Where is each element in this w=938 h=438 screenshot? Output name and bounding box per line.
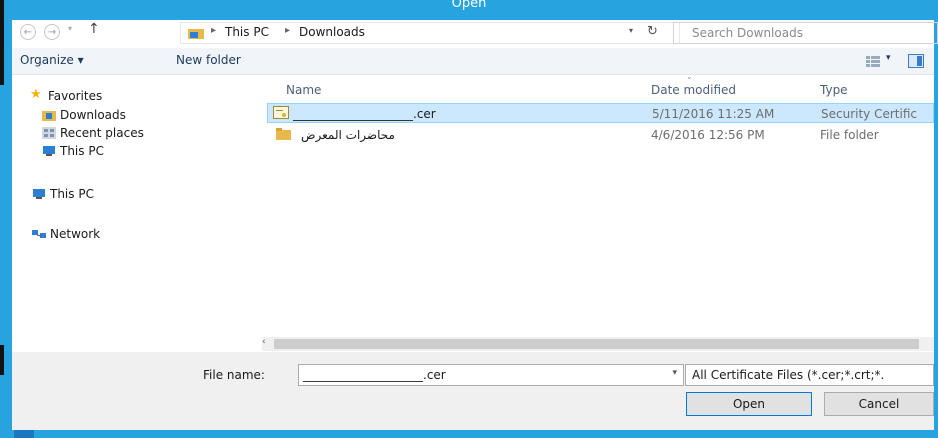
forward-arrow-icon: → (47, 27, 57, 38)
breadcrumb-downloads[interactable]: Downloads (299, 25, 365, 39)
star-icon: ★ (30, 87, 42, 102)
sidebar-item-label: This PC (50, 187, 94, 201)
file-list: Name ⌄ Date modified Type ______________… (262, 72, 934, 350)
command-toolbar: Organize ▾ New folder ▾ (12, 48, 934, 75)
refresh-button[interactable]: ↻ (647, 24, 658, 39)
open-button[interactable]: Open (686, 392, 812, 416)
cancel-button[interactable]: Cancel (824, 392, 934, 416)
file-row[interactable]: ____________________.cer 5/11/2016 11:25… (267, 103, 934, 123)
recent-places-icon (42, 127, 56, 139)
title-bar[interactable]: Open (0, 0, 938, 20)
up-button[interactable]: ↑ (88, 21, 100, 37)
file-name-label: File name: (203, 368, 265, 382)
column-header-type[interactable]: Type (820, 83, 848, 97)
forward-button[interactable]: → (44, 24, 60, 40)
back-arrow-icon: ← (23, 27, 33, 38)
sort-indicator-icon: ⌄ (686, 72, 693, 81)
file-name: محاضرات المعرض (301, 128, 395, 142)
sidebar-item-label: Downloads (60, 108, 126, 122)
column-header-date-modified[interactable]: Date modified (651, 83, 736, 97)
file-row[interactable]: محاضرات المعرض 4/6/2016 12:56 PM File fo… (267, 125, 934, 145)
preview-pane-icon[interactable] (908, 54, 924, 68)
file-name-input-value: ____________________.cer (303, 368, 446, 382)
file-date: 4/6/2016 12:56 PM (651, 128, 765, 142)
refresh-icon: ↻ (647, 24, 658, 39)
horizontal-scrollbar[interactable]: ‹ (262, 337, 934, 351)
sidebar-item-label: Recent places (60, 126, 144, 140)
view-options-icon[interactable] (866, 55, 880, 67)
scrollbar-thumb[interactable] (274, 339, 919, 349)
file-name: ____________________.cer (293, 107, 436, 121)
breadcrumb-separator-icon: ▸ (211, 25, 217, 36)
window-edge-left-lower (0, 345, 4, 375)
window-edge-left (0, 0, 4, 85)
network-icon (32, 230, 46, 238)
window-border-bottom (0, 430, 938, 438)
file-name-dropdown-chevron-icon[interactable]: ▾ (672, 368, 677, 378)
file-type-filter-value: All Certificate Files (*.cer;*.crt;*. (692, 368, 885, 382)
file-date: 5/11/2016 11:25 AM (652, 107, 775, 121)
breadcrumb-separator-icon: ▸ (285, 25, 291, 36)
organize-button[interactable]: Organize ▾ (20, 53, 84, 67)
taskbar-edge (14, 430, 34, 438)
file-type: File folder (820, 128, 879, 142)
breadcrumb[interactable]: ▸ This PC ▸ Downloads ▾ ↻ (180, 22, 680, 44)
sidebar-item-label: Network (50, 227, 101, 241)
sidebar-item-label: This PC (60, 144, 104, 158)
breadcrumb-this-pc[interactable]: This PC (225, 25, 269, 39)
file-name-panel: File name: ____________________.cer ▾ Al… (12, 352, 934, 430)
recent-locations-chevron-icon[interactable]: ▾ (68, 24, 72, 33)
navigation-pane: ★ Favorites Downloads Recent places This… (12, 75, 257, 350)
window-border-right (934, 20, 938, 430)
this-pc-folder-icon (188, 29, 204, 39)
up-arrow-icon: ↑ (88, 21, 100, 37)
back-button[interactable]: ← (20, 24, 36, 40)
scroll-left-arrow-icon[interactable]: ‹ (262, 337, 266, 347)
downloads-folder-icon (42, 111, 56, 121)
column-header-name[interactable]: Name (286, 83, 321, 97)
file-type-filter-select[interactable]: All Certificate Files (*.cer;*.crt;*. (685, 364, 934, 386)
address-dropdown-chevron-icon[interactable]: ▾ (629, 26, 633, 35)
file-type: Security Certific (821, 107, 917, 121)
computer-icon (33, 189, 45, 199)
sidebar-item-label: Favorites (48, 89, 103, 103)
certificate-icon (273, 106, 289, 119)
search-input[interactable]: Search Downloads (673, 22, 938, 44)
new-folder-button[interactable]: New folder (176, 53, 241, 67)
folder-icon (276, 128, 291, 140)
computer-icon (43, 146, 55, 156)
navigation-bar: ← → ▾ ↑ ▸ This PC ▸ Downloads ▾ ↻ Search… (12, 20, 938, 46)
window-title: Open (451, 0, 487, 11)
file-name-input[interactable]: ____________________.cer ▾ (298, 364, 684, 386)
view-dropdown-chevron-icon[interactable]: ▾ (886, 53, 891, 63)
